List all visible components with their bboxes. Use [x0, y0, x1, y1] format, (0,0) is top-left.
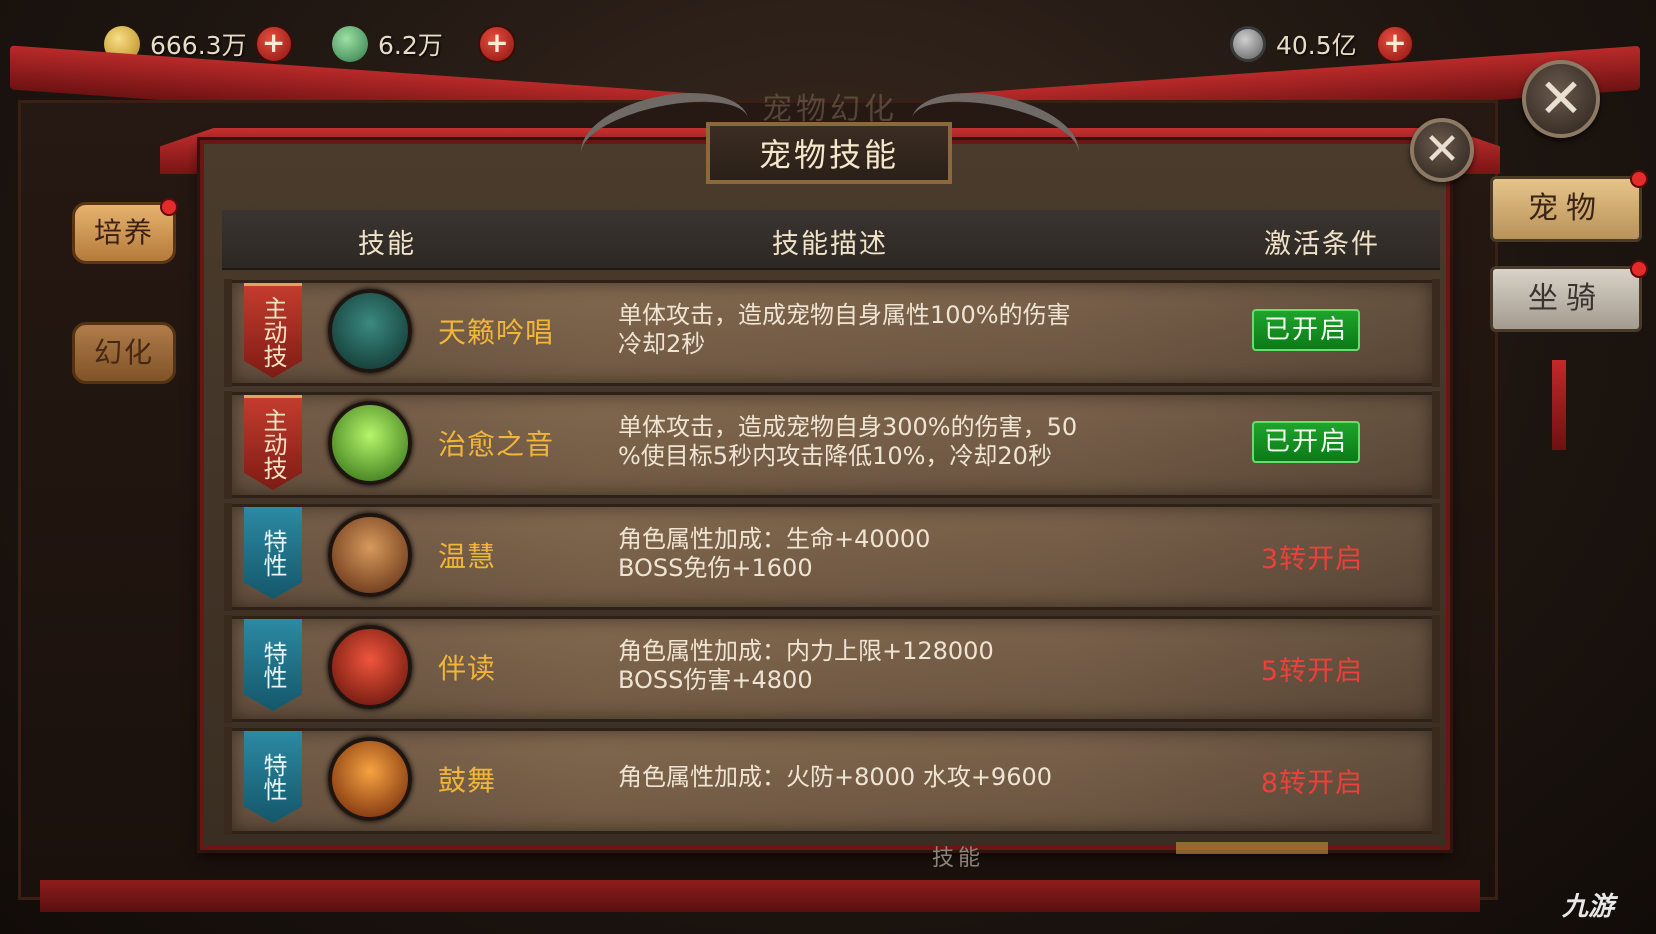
tassel-decoration — [1552, 360, 1566, 450]
tab-pet[interactable]: 宠物 — [1490, 176, 1642, 242]
tag-label: 主动技 — [259, 296, 287, 368]
add-gold-button[interactable]: + — [254, 25, 293, 63]
active-skill-tag: 主动技 — [244, 395, 302, 490]
add-jade-button[interactable]: + — [478, 25, 516, 63]
notification-dot — [1630, 170, 1648, 188]
coin-value: 40.5亿 — [1276, 31, 1357, 60]
outer-close-button[interactable]: ✕ — [1522, 60, 1600, 138]
trait-tag: 特性 — [244, 619, 302, 711]
currency-jade: 6.2万 + — [332, 22, 516, 66]
skill-row[interactable]: 主动技 治愈之音 单体攻击，造成宠物自身300%的伤害，50 %使目标5秒内攻击… — [224, 391, 1440, 499]
skill-description: 角色属性加成：生命+40000 BOSS免伤+1600 — [618, 525, 931, 582]
tab-mount[interactable]: 坐骑 — [1490, 266, 1642, 332]
gold-strip-decoration — [1176, 842, 1328, 854]
skill-description: 角色属性加成：内力上限+128000 BOSS伤害+4800 — [618, 637, 994, 694]
close-button[interactable]: ✕ — [1410, 118, 1474, 182]
notification-dot — [160, 198, 178, 216]
skill-name: 鼓舞 — [438, 764, 497, 797]
tab-transform[interactable]: 幻化 — [72, 322, 176, 384]
currency-coin: 40.5亿 + — [1230, 22, 1414, 66]
status-locked-text: 8转开启 — [1260, 768, 1364, 799]
add-coin-button[interactable]: + — [1376, 25, 1414, 63]
skill-row[interactable]: 特性 伴读 角色属性加成：内力上限+128000 BOSS伤害+4800 5转开… — [224, 615, 1440, 723]
healing-sound-icon — [328, 401, 412, 485]
wisdom-figure-icon — [328, 513, 412, 597]
status-locked-text: 3转开启 — [1260, 544, 1364, 575]
skill-description: 单体攻击，造成宠物自身300%的伤害，50 %使目标5秒内攻击降低10%，冷却2… — [618, 413, 1078, 470]
status-unlocked-badge: 已开启 — [1252, 421, 1360, 463]
skill-row[interactable]: 主动技 天籁吟唱 单体攻击，造成宠物自身属性100%的伤害 冷却2秒 已开启 — [224, 279, 1440, 387]
jade-value: 6.2万 — [378, 31, 443, 60]
trait-tag: 特性 — [244, 507, 302, 599]
notification-dot — [1630, 260, 1648, 278]
status-unlocked-badge: 已开启 — [1252, 309, 1360, 351]
header-skill: 技能 — [358, 229, 416, 260]
header-description: 技能描述 — [772, 229, 888, 260]
status-locked-text: 5转开启 — [1260, 656, 1364, 687]
header-condition: 激活条件 — [1264, 229, 1380, 260]
watermark-logo: 九游 — [1562, 892, 1615, 922]
flexing-warrior-icon — [328, 625, 412, 709]
skill-name: 温慧 — [438, 540, 497, 573]
tag-label: 特性 — [259, 753, 287, 801]
skill-description: 单体攻击，造成宠物自身属性100%的伤害 冷却2秒 — [618, 301, 1071, 358]
bottom-bar-decoration — [40, 880, 1480, 912]
skill-row[interactable]: 特性 鼓舞 角色属性加成：火防+8000 水攻+9600 8转开启 — [224, 727, 1440, 835]
tag-label: 特性 — [259, 529, 287, 577]
jade-icon — [332, 26, 368, 62]
skill-description: 角色属性加成：火防+8000 水攻+9600 — [618, 763, 1053, 791]
trait-tag: 特性 — [244, 731, 302, 823]
tag-label: 特性 — [259, 641, 287, 689]
skill-name: 伴读 — [438, 652, 497, 685]
copper-coin-icon — [1230, 26, 1266, 62]
tag-label: 主动技 — [259, 408, 287, 480]
singing-girl-icon — [328, 289, 412, 373]
skill-row[interactable]: 特性 温慧 角色属性加成：生命+40000 BOSS免伤+1600 3转开启 — [224, 503, 1440, 611]
flame-dance-icon — [328, 737, 412, 821]
skill-name: 治愈之音 — [438, 428, 555, 461]
active-skill-tag: 主动技 — [244, 283, 302, 378]
table-header: 技能 技能描述 激活条件 — [222, 210, 1440, 270]
bottom-skill-label: 技能 — [932, 846, 985, 871]
skill-name: 天籁吟唱 — [438, 316, 555, 349]
panel-title: 宠物技能 — [706, 122, 952, 184]
